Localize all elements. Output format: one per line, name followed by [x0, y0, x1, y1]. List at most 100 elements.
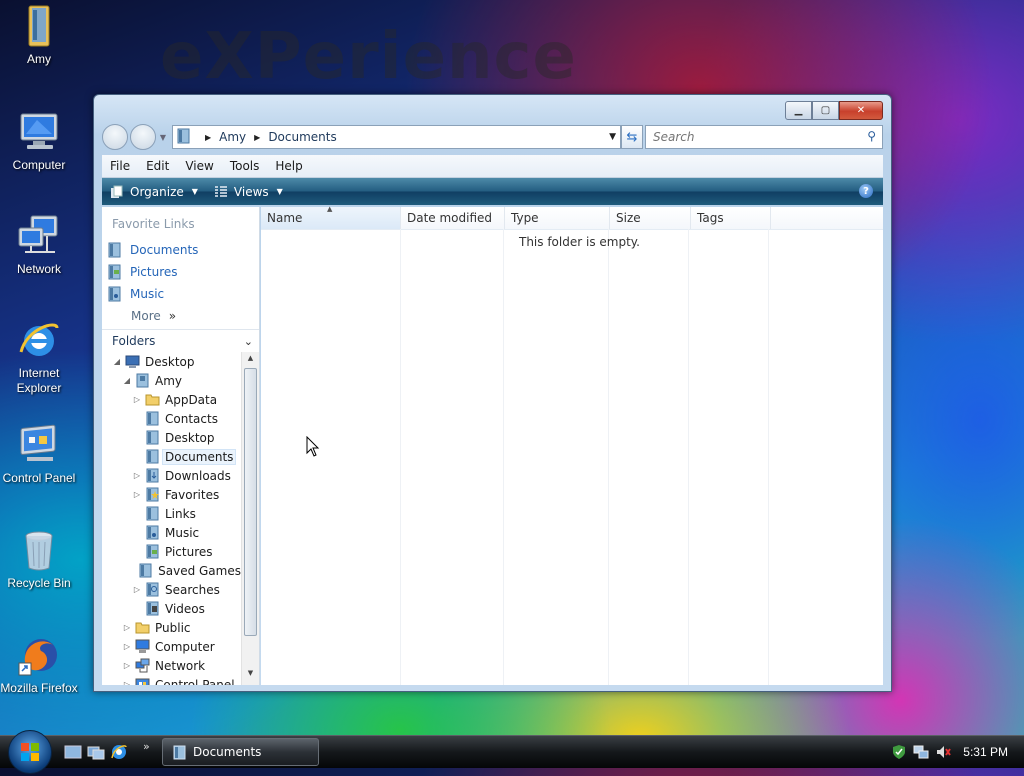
file-list-pane[interactable]: ▲ Name Date modified Type Size Tags This… [261, 205, 883, 685]
expand-arrow-icon[interactable]: ▷ [132, 395, 142, 404]
address-dropdown-icon[interactable]: ▼ [609, 132, 616, 142]
folder-tree-scrollbar[interactable]: ▲ ▼ [241, 352, 259, 685]
search-icon[interactable]: ⚲ [867, 129, 876, 143]
desktop-icon-mozilla-firefox[interactable]: Mozilla Firefox [0, 633, 78, 696]
column-header-size[interactable]: Size [610, 207, 691, 229]
maximize-button[interactable]: ▢ [812, 101, 839, 120]
expand-arrow-icon[interactable]: ▷ [132, 585, 142, 594]
column-header-date-modified[interactable]: Date modified [401, 207, 505, 229]
favorite-link-music[interactable]: Music [102, 283, 259, 305]
expand-arrow-icon[interactable]: ▷ [132, 490, 142, 499]
desktop-icon-internet-explorer[interactable]: Internet Explorer [0, 318, 78, 396]
folder-tree-item-favorites[interactable]: ▷ Favorites [102, 485, 241, 504]
chevron-down-icon: ⌄ [243, 334, 253, 348]
folder-tree-item-network[interactable]: ▷ Network [102, 656, 241, 675]
folder-icon [145, 392, 160, 407]
internet-explorer-icon[interactable] [110, 743, 128, 761]
expand-arrow-icon[interactable]: ▷ [132, 471, 142, 480]
folder-tree-item-links[interactable]: Links [102, 504, 241, 523]
menu-file[interactable]: File [102, 159, 138, 173]
double-chevron-icon: » [168, 309, 177, 323]
help-icon[interactable]: ? [859, 184, 873, 198]
start-button[interactable] [8, 730, 52, 774]
scroll-up-icon[interactable]: ▲ [242, 354, 259, 368]
maximize-icon: ▢ [820, 105, 831, 116]
favorite-links-more[interactable]: More » [102, 305, 259, 327]
minimize-icon: ▁ [794, 105, 803, 116]
menu-tools[interactable]: Tools [222, 159, 268, 173]
folder-tree-item-public[interactable]: ▷ Public [102, 618, 241, 637]
expand-arrow-icon[interactable]: ▷ [122, 661, 132, 670]
expand-arrow-icon[interactable]: ▷ [122, 680, 132, 685]
folder-tree-item-appdata[interactable]: ▷ AppData [102, 390, 241, 409]
folder-tree-item-videos[interactable]: Videos [102, 599, 241, 618]
folder-tree-item-contacts[interactable]: Contacts [102, 409, 241, 428]
favorite-link-pictures[interactable]: Pictures [102, 261, 259, 283]
chevron-down-icon: ▼ [276, 187, 283, 196]
minimize-button[interactable]: ▁ [785, 101, 812, 120]
folder-tree-item-control-panel[interactable]: ▷ Control Panel [102, 675, 241, 685]
views-button[interactable]: Views ▼ [206, 185, 291, 199]
folder-tree-item-saved-games[interactable]: Saved Games [102, 561, 241, 580]
search-box[interactable]: ⚲ [645, 125, 883, 149]
folder-tree-item-computer[interactable]: ▷ Computer [102, 637, 241, 656]
column-header-tags[interactable]: Tags [691, 207, 771, 229]
forward-button[interactable] [130, 124, 156, 150]
explorer-window[interactable]: ▁ ▢ ✕ ▼ ▶ Amy ▶ Documents ▼ ⇆ ⚲ File Edi… [93, 94, 892, 692]
folder-tree-item-amy[interactable]: ◢ Amy [102, 371, 241, 390]
column-divider [688, 229, 689, 685]
scroll-down-icon[interactable]: ▼ [242, 669, 259, 683]
desktop-icon-control-panel[interactable]: Control Panel [0, 423, 78, 486]
taskbar-button-label: Documents [193, 745, 262, 759]
menu-help[interactable]: Help [267, 159, 310, 173]
expanded-arrow-icon[interactable]: ◢ [112, 357, 122, 366]
folder-tree-label: Desktop [145, 354, 195, 369]
quick-launch-more-icon[interactable]: » [143, 740, 150, 753]
close-button[interactable]: ✕ [839, 101, 883, 120]
breadcrumb-chevron-icon[interactable]: ▶ [254, 133, 260, 142]
organize-button[interactable]: Organize ▼ [102, 185, 206, 199]
refresh-button[interactable]: ⇆ [621, 125, 643, 149]
folder-tree-item-pictures[interactable]: Pictures [102, 542, 241, 561]
navigation-bar: ▼ ▶ Amy ▶ Documents ▼ ⇆ ⚲ [102, 124, 883, 150]
breadcrumb-amy[interactable]: Amy [219, 130, 246, 144]
clock[interactable]: 5:31 PM [963, 745, 1008, 759]
desktop-icon-recycle-bin[interactable]: Recycle Bin [0, 528, 78, 591]
breadcrumb-chevron-icon[interactable]: ▶ [205, 133, 211, 142]
folder-tree-item-documents[interactable]: Documents [102, 447, 241, 466]
desktop-icon-network[interactable]: Network [0, 214, 78, 277]
expand-arrow-icon[interactable]: ▷ [122, 623, 132, 632]
menu-edit[interactable]: Edit [138, 159, 177, 173]
desktop-icon-amy[interactable]: Amy [0, 4, 78, 67]
expand-arrow-icon[interactable]: ▷ [122, 642, 132, 651]
breadcrumb-documents[interactable]: Documents [268, 130, 336, 144]
desktop-icon-computer[interactable]: Computer [0, 110, 78, 173]
recent-pages-dropdown[interactable]: ▼ [158, 133, 168, 142]
pictures-icon [145, 544, 160, 559]
show-desktop-icon[interactable] [64, 743, 82, 761]
taskbar-button-documents[interactable]: Documents [162, 738, 319, 766]
scrollbar-thumb[interactable] [244, 368, 257, 636]
network-status-icon[interactable] [913, 744, 929, 760]
folder-tree-item-music[interactable]: Music [102, 523, 241, 542]
column-divider [608, 229, 609, 685]
folder-tree-label: Searches [165, 582, 220, 597]
folders-header[interactable]: Folders ⌄ [102, 329, 259, 352]
column-header-type[interactable]: Type [505, 207, 610, 229]
security-shield-icon[interactable] [891, 744, 907, 760]
switch-windows-icon[interactable] [87, 743, 105, 761]
desktop-icon-label: Network [16, 262, 61, 276]
desktop-icon-label: Computer [12, 158, 66, 172]
folder-tree-item-searches[interactable]: ▷ Searches [102, 580, 241, 599]
volume-muted-icon[interactable] [935, 744, 952, 760]
search-input[interactable] [651, 129, 855, 145]
back-button[interactable] [102, 124, 128, 150]
folder-tree-item-desktop[interactable]: Desktop [102, 428, 241, 447]
expanded-arrow-icon[interactable]: ◢ [122, 376, 132, 385]
column-divider [503, 229, 504, 685]
menu-view[interactable]: View [177, 159, 221, 173]
folder-tree-item-desktop[interactable]: ◢ Desktop [102, 352, 241, 371]
folder-tree-item-downloads[interactable]: ▷ Downloads [102, 466, 241, 485]
favorite-link-documents[interactable]: Documents [102, 239, 259, 261]
address-bar[interactable]: ▶ Amy ▶ Documents ▼ [172, 125, 621, 149]
